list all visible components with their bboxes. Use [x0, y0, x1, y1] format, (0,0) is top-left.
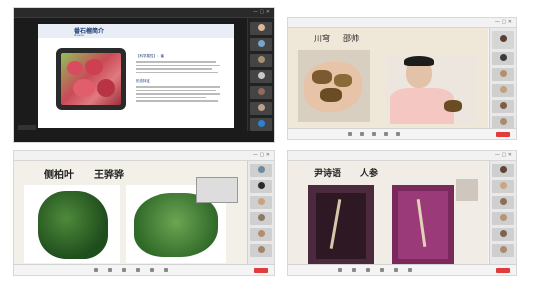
window-titlebar: — ▢ ✕	[14, 151, 274, 161]
participants-panel	[247, 18, 274, 131]
overlay-right-name: 王骅骅	[94, 170, 124, 181]
main-video: 川穹 邵帅	[288, 28, 488, 128]
share-icon[interactable]	[122, 268, 126, 272]
mic-icon[interactable]	[338, 268, 342, 272]
meeting-window-bottom-right: — ▢ ✕ 尹诗语 人参	[287, 150, 517, 276]
tablet-image	[56, 48, 126, 110]
window-controls[interactable]: — ▢ ✕	[253, 8, 270, 17]
guava-photo	[61, 53, 121, 105]
window-titlebar: — ▢ ✕	[14, 8, 274, 18]
window-controls[interactable]: — ▢ ✕	[495, 18, 512, 27]
herb-photo	[298, 50, 370, 122]
slide-subtitle: Guava	[74, 33, 84, 37]
slide-header-band	[38, 24, 234, 38]
cypress-leaf-photo-left	[24, 185, 120, 263]
chat-icon[interactable]	[150, 268, 154, 272]
meeting-toolbar	[14, 264, 274, 275]
participants-panel	[247, 161, 274, 264]
section2-title: 形态特征	[136, 79, 150, 83]
presenter-pip	[196, 177, 238, 203]
meeting-window-bottom-left: — ▢ ✕ 侧柏叶 王骅骅	[13, 150, 275, 276]
section1-title: 【科学属性】：番	[136, 54, 164, 58]
participants-panel	[489, 28, 516, 129]
participants-icon[interactable]	[384, 132, 388, 136]
participants-panel	[489, 161, 516, 264]
meeting-toolbar	[288, 264, 516, 275]
main-video: 侧柏叶 王骅骅	[14, 161, 248, 265]
presenter-video	[386, 56, 478, 124]
camera-icon[interactable]	[360, 132, 364, 136]
leave-button[interactable]	[254, 268, 268, 273]
mic-icon[interactable]	[348, 132, 352, 136]
camera-icon[interactable]	[352, 268, 356, 272]
speaker-badge	[18, 125, 36, 130]
chat-icon[interactable]	[394, 268, 398, 272]
window-titlebar: — ▢ ✕	[288, 151, 516, 161]
meeting-window-top-right: — ▢ ✕ 川穹 邵帅	[287, 17, 517, 140]
mic-icon[interactable]	[94, 268, 98, 272]
overlay-right-name: 邵帅	[343, 34, 359, 43]
slide-text-block: 【科学属性】：番 形态特征	[136, 54, 224, 124]
camera-icon[interactable]	[108, 268, 112, 272]
window-titlebar: — ▢ ✕	[288, 18, 516, 28]
record-icon[interactable]	[408, 268, 412, 272]
overlay-left-name: 川穹	[314, 34, 330, 43]
presenter-pip	[456, 179, 478, 201]
window-controls[interactable]: — ▢ ✕	[253, 151, 270, 160]
meeting-toolbar	[288, 128, 516, 139]
ginseng-photo-right	[392, 185, 454, 265]
overlay-right-name: 人参	[360, 169, 379, 179]
overlay-left-name: 侧柏叶	[44, 170, 74, 181]
meeting-window-top-left: — ▢ ✕ 番石榴简介 Guava 【科学属性】：番 形态特征	[13, 7, 275, 143]
window-controls[interactable]: — ▢ ✕	[495, 151, 512, 160]
overlay-left-name: 尹诗语	[314, 169, 342, 179]
participants-icon[interactable]	[136, 268, 140, 272]
participants-icon[interactable]	[380, 268, 384, 272]
main-video: 尹诗语 人参	[288, 161, 488, 265]
shared-slide: 番石榴简介 Guava 【科学属性】：番 形态特征	[38, 24, 234, 128]
share-icon[interactable]	[372, 132, 376, 136]
leave-button[interactable]	[496, 132, 510, 137]
leave-button[interactable]	[496, 268, 510, 273]
chat-icon[interactable]	[396, 132, 400, 136]
share-icon[interactable]	[366, 268, 370, 272]
record-icon[interactable]	[164, 268, 168, 272]
ginseng-photo-left	[308, 185, 374, 265]
